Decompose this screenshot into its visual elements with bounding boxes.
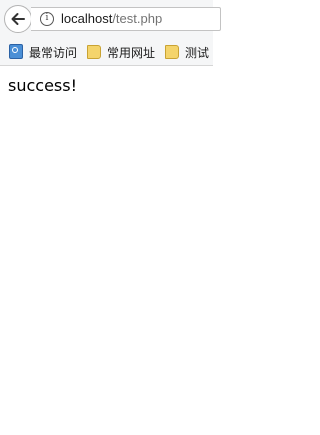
navigation-toolbar: i localhost/test.php <box>0 0 221 38</box>
site-info-icon[interactable]: i <box>40 12 54 26</box>
page-body-text: success! <box>8 76 77 95</box>
bookmark-label: 最常访问 <box>29 46 78 60</box>
url-text[interactable]: localhost/test.php <box>61 11 162 26</box>
url-path: /test.php <box>112 11 163 26</box>
folder-icon <box>165 45 179 59</box>
url-host: localhost <box>61 11 113 26</box>
bookmark-label: 常用网址 <box>107 46 156 60</box>
back-arrow-icon <box>11 13 25 25</box>
folder-icon <box>87 45 101 59</box>
address-bar[interactable]: i localhost/test.php <box>31 7 221 31</box>
back-button[interactable] <box>4 5 32 33</box>
bookmarks-toolbar: 最常访问 常用网址 测试 <box>0 38 213 66</box>
bookmark-label: 测试 <box>185 46 210 60</box>
most-visited-icon <box>9 44 23 59</box>
